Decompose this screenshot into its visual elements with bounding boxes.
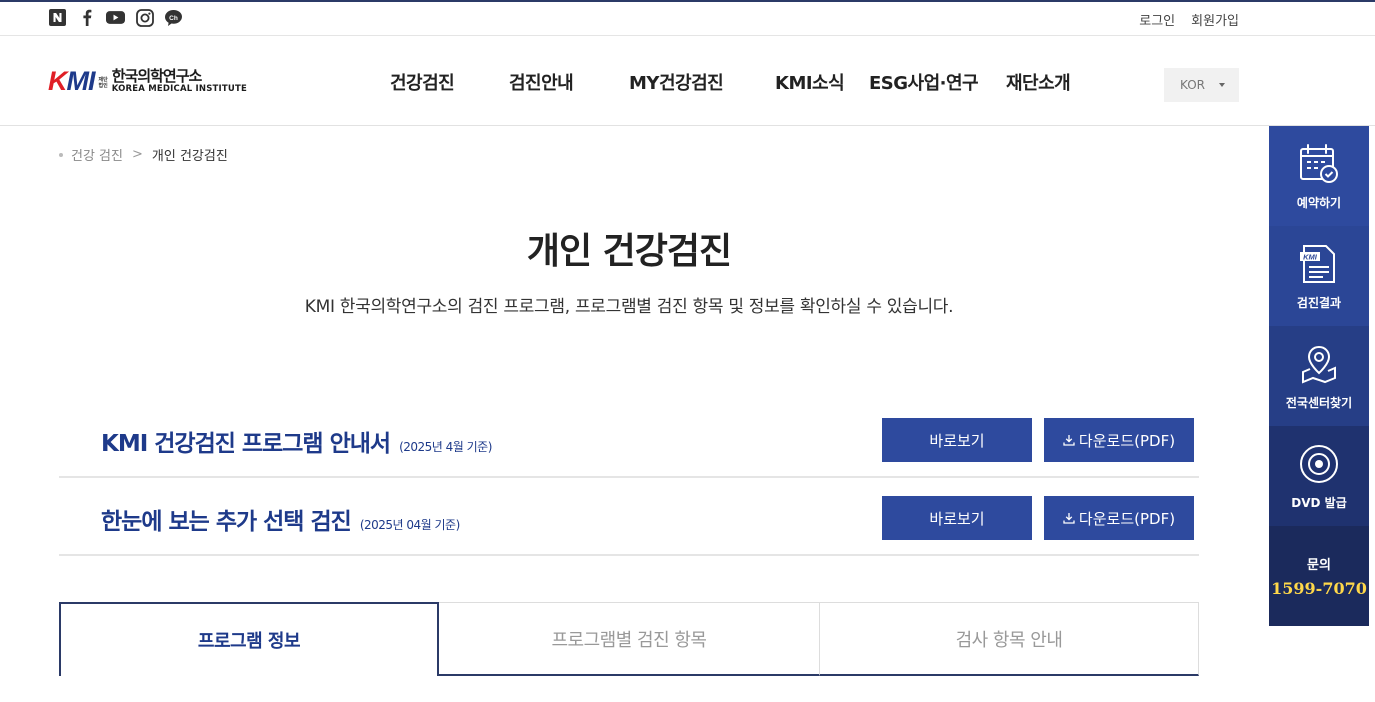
- view-button[interactable]: 바로보기: [882, 418, 1032, 462]
- view-button[interactable]: 바로보기: [882, 496, 1032, 540]
- logo-english-name: KOREA MEDICAL INSTITUTE: [111, 84, 247, 95]
- chevron-right-icon: >: [131, 147, 143, 162]
- page-subtitle: KMI 한국의학연구소의 검진 프로그램, 프로그램별 검진 항목 및 정보를 …: [304, 297, 954, 317]
- top-links: 로그인 회원가입: [1139, 10, 1239, 29]
- nav-esg-research[interactable]: ESG사업·연구: [869, 69, 979, 95]
- language-value: KOR: [1180, 78, 1205, 92]
- quick-find-centers[interactable]: 전국센터찾기: [1269, 326, 1369, 426]
- guide-title: KMI 건강검진 프로그램 안내서 (2025년 4월 기준): [101, 431, 492, 457]
- nav-my-checkup[interactable]: MY건강검진: [629, 69, 724, 95]
- logo-foundation-label: 재단 법인: [98, 76, 108, 89]
- quick-reserve[interactable]: 예약하기: [1269, 126, 1369, 226]
- login-link[interactable]: 로그인: [1139, 10, 1175, 29]
- svg-text:KMI: KMI: [1303, 253, 1318, 262]
- language-select[interactable]: KOR: [1164, 68, 1239, 102]
- content-tabs: 프로그램 정보 프로그램별 검진 항목 검사 항목 안내: [59, 602, 1199, 676]
- home-dot-icon: [59, 152, 63, 157]
- social-links: Ch: [48, 8, 183, 27]
- logo-mark: KMI: [48, 66, 95, 96]
- quick-inquiry: 문의 1599-7070: [1269, 526, 1369, 626]
- result-document-icon: KMI: [1300, 245, 1335, 283]
- quick-result-label: 검진결과: [1296, 296, 1342, 310]
- youtube-icon[interactable]: [106, 9, 125, 26]
- download-icon: [1063, 513, 1075, 524]
- header: KMI 재단 법인 한국의학연구소 KOREA MEDICAL INSTITUTE…: [0, 36, 1375, 126]
- guide-date: (2025년 04월 기준): [359, 518, 460, 532]
- map-pin-icon: [1302, 345, 1336, 384]
- guide-row: KMI 건강검진 프로그램 안내서 (2025년 4월 기준) 바로보기 다운로…: [59, 400, 1199, 478]
- naver-blog-icon[interactable]: [48, 9, 67, 26]
- inquiry-label: 문의: [1307, 558, 1331, 573]
- nav-kmi-news[interactable]: KMI소식: [775, 69, 845, 95]
- nav-checkup-guide[interactable]: 검진안내: [509, 69, 574, 95]
- download-icon: [1063, 435, 1075, 446]
- quick-dvd[interactable]: DVD 발급: [1269, 426, 1369, 526]
- breadcrumb: 건강 검진 > 개인 건강검진: [59, 145, 228, 164]
- nav-foundation-intro[interactable]: 재단소개: [1006, 69, 1071, 95]
- inquiry-phone[interactable]: 1599-7070: [1271, 579, 1367, 598]
- quick-dvd-label: DVD 발급: [1291, 496, 1347, 510]
- top-bar: Ch 로그인 회원가입: [0, 0, 1375, 36]
- caret-down-icon: [1219, 83, 1225, 87]
- svg-text:Ch: Ch: [169, 14, 178, 21]
- tab-test-items-guide[interactable]: 검사 항목 안내: [819, 602, 1199, 676]
- calendar-check-icon: [1300, 144, 1338, 183]
- kmi-logo[interactable]: KMI 재단 법인 한국의학연구소 KOREA MEDICAL INSTITUTE: [48, 68, 247, 95]
- download-pdf-button[interactable]: 다운로드(PDF): [1044, 496, 1194, 540]
- logo-korean-name: 한국의학연구소: [111, 67, 203, 86]
- guide-row: 한눈에 보는 추가 선택 검진 (2025년 04월 기준) 바로보기 다운로드…: [59, 478, 1199, 556]
- kakao-channel-icon[interactable]: Ch: [164, 9, 183, 26]
- logo-text: 한국의학연구소 KOREA MEDICAL INSTITUTE: [112, 69, 247, 94]
- breadcrumb-current: 개인 건강검진: [151, 149, 228, 164]
- signup-link[interactable]: 회원가입: [1191, 10, 1239, 29]
- download-pdf-button[interactable]: 다운로드(PDF): [1044, 418, 1194, 462]
- breadcrumb-parent[interactable]: 건강 검진: [71, 145, 123, 164]
- quick-result[interactable]: KMI 검진결과: [1269, 226, 1369, 326]
- page-title: 개인 건강검진: [526, 231, 732, 272]
- nav-health-checkup[interactable]: 건강검진: [390, 69, 455, 95]
- guide-date: (2025년 4월 기준): [399, 440, 492, 454]
- quick-menu: 예약하기 KMI 검진결과 전국센터찾기 DVD 발급 문의 1599-7070: [1269, 126, 1369, 626]
- quick-find-centers-label: 전국센터찾기: [1285, 396, 1353, 410]
- tab-program-info[interactable]: 프로그램 정보: [59, 602, 439, 676]
- disc-icon: [1300, 445, 1338, 483]
- instagram-icon[interactable]: [135, 8, 154, 27]
- tab-program-checkup-items[interactable]: 프로그램별 검진 항목: [439, 602, 819, 676]
- guide-title: 한눈에 보는 추가 선택 검진 (2025년 04월 기준): [101, 509, 460, 535]
- quick-reserve-label: 예약하기: [1296, 196, 1342, 210]
- facebook-icon[interactable]: [77, 9, 96, 26]
